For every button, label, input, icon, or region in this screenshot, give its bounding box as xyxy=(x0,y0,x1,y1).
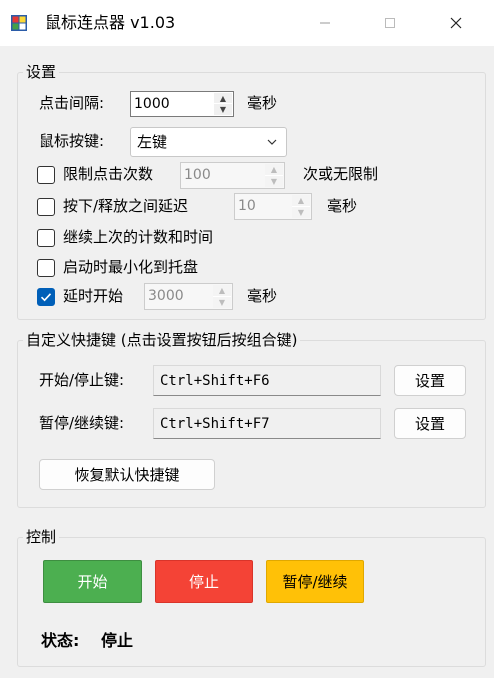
continue-last-label: 继续上次的计数和时间 xyxy=(63,228,214,246)
minimize-tray-label: 启动时最小化到托盘 xyxy=(63,258,199,276)
settings-group-title: 设置 xyxy=(23,62,60,82)
pause-resume-button[interactable]: 暂停/继续 xyxy=(266,560,364,603)
maximize-icon xyxy=(385,18,395,28)
restore-default-hotkeys-button[interactable]: 恢复默认快捷键 xyxy=(39,459,215,490)
pause-resume-hotkey-field[interactable]: Ctrl+Shift+F7 xyxy=(153,408,381,439)
minimize-tray-checkbox[interactable] xyxy=(37,259,55,277)
window-title: 鼠标连点器 v1.03 xyxy=(45,13,176,32)
continue-last-checkbox[interactable] xyxy=(37,229,55,247)
mouse-button-select[interactable]: 左键 xyxy=(130,127,287,157)
interval-label: 点击间隔: xyxy=(39,94,105,112)
limit-up-arrow-icon[interactable]: ▲ xyxy=(265,164,283,176)
mouse-button-label: 鼠标按键: xyxy=(39,132,105,150)
press-delay-spinner[interactable]: 10 ▲ ▼ xyxy=(234,193,312,220)
chevron-down-icon xyxy=(267,139,277,145)
delay-start-spinner[interactable]: 3000 ▲ ▼ xyxy=(144,283,233,310)
limit-down-arrow-icon[interactable]: ▼ xyxy=(265,175,283,187)
limit-clicks-label: 限制点击次数 xyxy=(63,165,154,183)
minimize-button[interactable] xyxy=(301,0,349,46)
checkmark-icon xyxy=(40,293,52,302)
press-delay-label: 按下/释放之间延迟 xyxy=(63,197,189,215)
pause-resume-hotkey-label: 暂停/继续键: xyxy=(39,414,125,432)
interval-down-arrow-icon[interactable]: ▼ xyxy=(214,104,232,115)
maximize-button[interactable] xyxy=(366,0,414,46)
mouse-button-value: 左键 xyxy=(137,133,168,151)
control-group-title: 控制 xyxy=(23,527,60,547)
start-stop-hotkey-field[interactable]: Ctrl+Shift+F6 xyxy=(153,365,381,396)
delay-start-unit: 毫秒 xyxy=(247,287,278,305)
press-delay-value: 10 xyxy=(238,198,256,214)
pause-resume-hotkey-value: Ctrl+Shift+F7 xyxy=(160,416,270,432)
close-button[interactable] xyxy=(432,0,480,46)
limit-clicks-checkbox[interactable] xyxy=(37,166,55,184)
minimize-icon xyxy=(320,22,330,24)
delay-start-checkbox[interactable] xyxy=(37,288,55,306)
start-stop-hotkey-value: Ctrl+Shift+F6 xyxy=(160,373,270,389)
start-stop-hotkey-label: 开始/停止键: xyxy=(39,371,125,389)
limit-clicks-spinner[interactable]: 100 ▲ ▼ xyxy=(180,162,285,189)
start-button[interactable]: 开始 xyxy=(43,560,142,603)
limit-clicks-suffix: 次或无限制 xyxy=(303,165,379,183)
interval-spinner[interactable]: 1000 ▲ ▼ xyxy=(130,91,234,117)
status-value: 停止 xyxy=(101,631,134,650)
app-icon xyxy=(11,15,27,31)
pause-resume-hotkey-set-button[interactable]: 设置 xyxy=(394,408,466,439)
limit-clicks-value: 100 xyxy=(184,167,211,183)
delay-down-arrow-icon[interactable]: ▼ xyxy=(292,206,310,218)
hotkeys-group-title: 自定义快捷键 (点击设置按钮后按组合键) xyxy=(23,330,301,350)
delay-up-arrow-icon[interactable]: ▲ xyxy=(292,195,310,207)
delay-start-value: 3000 xyxy=(148,288,184,304)
stop-button[interactable]: 停止 xyxy=(155,560,253,603)
interval-up-arrow-icon[interactable]: ▲ xyxy=(214,93,232,104)
delay-start-down-arrow-icon[interactable]: ▼ xyxy=(213,296,231,308)
delay-start-up-arrow-icon[interactable]: ▲ xyxy=(213,285,231,297)
start-stop-hotkey-set-button[interactable]: 设置 xyxy=(394,365,466,396)
status-label: 状态: xyxy=(41,631,80,650)
press-delay-checkbox[interactable] xyxy=(37,198,55,216)
press-delay-unit: 毫秒 xyxy=(327,197,358,215)
close-icon xyxy=(450,17,462,29)
interval-value: 1000 xyxy=(134,96,170,112)
interval-unit: 毫秒 xyxy=(247,94,278,112)
delay-start-label: 延时开始 xyxy=(63,287,124,305)
